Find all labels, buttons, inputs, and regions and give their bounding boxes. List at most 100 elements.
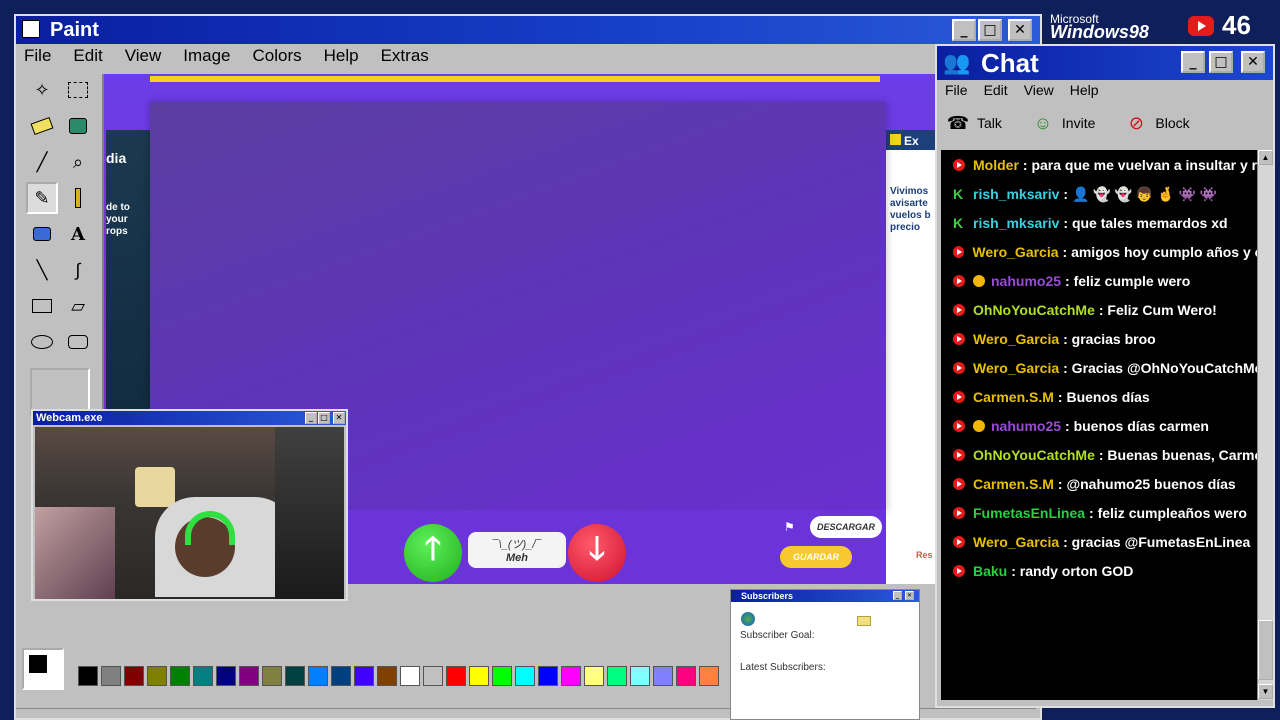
scroll-up-button[interactable]: ▲ <box>1258 150 1273 165</box>
chat-menu-help[interactable]: Help <box>1070 82 1099 98</box>
flag-icon[interactable]: ⚑ <box>784 520 795 534</box>
guardar-button[interactable]: GUARDAR <box>780 546 852 568</box>
maximize-button[interactable]: □ <box>978 19 1002 41</box>
palette-swatch[interactable] <box>285 666 305 686</box>
paint-titlebar[interactable]: Paint _ □ ✕ <box>16 16 1040 44</box>
free-select-icon[interactable]: ✧ <box>26 74 58 106</box>
block-button[interactable]: ⊘ Block <box>1123 110 1190 136</box>
menu-edit[interactable]: Edit <box>71 46 104 70</box>
invite-button[interactable]: ☺ Invite <box>1030 110 1096 136</box>
curve-tool-icon[interactable]: ∫ <box>62 254 94 286</box>
rounded-rect-tool-icon[interactable] <box>62 326 94 358</box>
palette-swatch[interactable] <box>354 666 374 686</box>
palette-swatch[interactable] <box>216 666 236 686</box>
chat-minimize-button[interactable]: _ <box>1181 51 1205 73</box>
chat-close-button[interactable]: ✕ <box>1241 51 1265 73</box>
downvote-button[interactable]: 🡓 <box>568 524 626 582</box>
chat-username[interactable]: Baku <box>973 563 1007 579</box>
palette-swatch[interactable] <box>492 666 512 686</box>
menu-help[interactable]: Help <box>322 46 361 70</box>
current-colors[interactable] <box>22 648 64 690</box>
menu-colors[interactable]: Colors <box>251 46 304 70</box>
chat-username[interactable]: OhNoYouCatchMe <box>973 302 1095 318</box>
webcam-titlebar[interactable]: Webcam.exe _ □ ✕ <box>33 411 346 425</box>
palette-swatch[interactable] <box>630 666 650 686</box>
palette-swatch[interactable] <box>400 666 420 686</box>
chat-scrollbar[interactable]: ▲ ▼ <box>1257 150 1273 700</box>
close-button[interactable]: ✕ <box>1008 19 1032 41</box>
chat-menu-file[interactable]: File <box>945 82 968 98</box>
chat-username[interactable]: OhNoYouCatchMe <box>973 447 1095 463</box>
palette-swatch[interactable] <box>262 666 282 686</box>
menu-extras[interactable]: Extras <box>379 46 431 70</box>
minimize-button[interactable]: _ <box>952 19 976 41</box>
pencil-icon[interactable]: ✎ <box>26 182 58 214</box>
chat-username[interactable]: Wero_Garcia <box>973 360 1059 376</box>
palette-swatch[interactable] <box>308 666 328 686</box>
palette-swatch[interactable] <box>193 666 213 686</box>
palette-swatch[interactable] <box>170 666 190 686</box>
chat-username[interactable]: Wero_Garcia <box>972 244 1058 260</box>
rect-select-icon[interactable] <box>62 74 94 106</box>
webcam-close-button[interactable]: ✕ <box>333 412 345 424</box>
chat-username[interactable]: Molder <box>973 157 1019 173</box>
subs-minimize-button[interactable]: _ <box>893 591 902 600</box>
palette-swatch[interactable] <box>331 666 351 686</box>
chat-username[interactable]: nahumo25 <box>991 273 1061 289</box>
chat-menu-edit[interactable]: Edit <box>984 82 1008 98</box>
rectangle-tool-icon[interactable] <box>26 290 58 322</box>
subscribers-titlebar[interactable]: Subscribers _ ✕ <box>731 590 919 602</box>
menu-file[interactable]: File <box>22 46 53 70</box>
palette-swatch[interactable] <box>124 666 144 686</box>
chat-username[interactable]: rish_mksariv <box>973 215 1059 231</box>
palette-swatch[interactable] <box>101 666 121 686</box>
webcam-minimize-button[interactable]: _ <box>305 412 317 424</box>
chat-maximize-button[interactable]: □ <box>1209 51 1233 73</box>
palette-swatch[interactable] <box>584 666 604 686</box>
meh-button[interactable]: ¯\_(ツ)_/¯ Meh <box>468 532 566 568</box>
scroll-down-button[interactable]: ▼ <box>1258 684 1273 699</box>
chat-username[interactable]: rish_mksariv <box>973 186 1059 202</box>
menu-image[interactable]: Image <box>181 46 232 70</box>
palette-swatch[interactable] <box>699 666 719 686</box>
menu-view[interactable]: View <box>123 46 164 70</box>
palette-swatch[interactable] <box>676 666 696 686</box>
subs-close-button[interactable]: ✕ <box>905 591 914 600</box>
palette-swatch[interactable] <box>515 666 535 686</box>
webcam-maximize-button[interactable]: □ <box>318 412 330 424</box>
palette-swatch[interactable] <box>653 666 673 686</box>
line-tool-icon[interactable]: ╲ <box>26 254 58 286</box>
chat-username[interactable]: nahumo25 <box>991 418 1061 434</box>
chat-username[interactable]: Carmen.S.M <box>973 476 1054 492</box>
palette-swatch[interactable] <box>538 666 558 686</box>
palette-swatch[interactable] <box>239 666 259 686</box>
chat-username[interactable]: Wero_Garcia <box>973 534 1059 550</box>
color-picker-icon[interactable]: ╱ <box>26 146 58 178</box>
descargar-button[interactable]: DESCARGAR <box>810 516 882 538</box>
chat-titlebar[interactable]: 👥 Chat _ □ ✕ <box>937 46 1273 80</box>
upvote-button[interactable]: 🡑 <box>404 524 462 582</box>
chat-menu-view[interactable]: View <box>1024 82 1054 98</box>
chat-username[interactable]: Wero_Garcia <box>973 331 1059 347</box>
palette-swatch[interactable] <box>78 666 98 686</box>
brush-icon[interactable] <box>62 182 94 214</box>
palette-swatch[interactable] <box>377 666 397 686</box>
scroll-thumb[interactable] <box>1258 620 1273 680</box>
text-tool-icon[interactable]: A <box>62 218 94 250</box>
palette-swatch[interactable] <box>607 666 627 686</box>
polygon-tool-icon[interactable]: ▱ <box>62 290 94 322</box>
airbrush-icon[interactable] <box>26 218 58 250</box>
palette-swatch[interactable] <box>423 666 443 686</box>
talk-button[interactable]: ☎ Talk <box>945 110 1002 136</box>
palette-swatch[interactable] <box>469 666 489 686</box>
palette-swatch[interactable] <box>446 666 466 686</box>
magnifier-icon[interactable]: ⌕ <box>62 146 94 178</box>
palette-swatch[interactable] <box>561 666 581 686</box>
eraser-icon[interactable] <box>26 110 58 142</box>
fill-bucket-icon[interactable] <box>62 110 94 142</box>
palette-swatch[interactable] <box>147 666 167 686</box>
chat-text: : gracias broo <box>1063 331 1156 347</box>
ellipse-tool-icon[interactable] <box>26 326 58 358</box>
chat-username[interactable]: Carmen.S.M <box>973 389 1054 405</box>
chat-username[interactable]: FumetasEnLinea <box>973 505 1085 521</box>
